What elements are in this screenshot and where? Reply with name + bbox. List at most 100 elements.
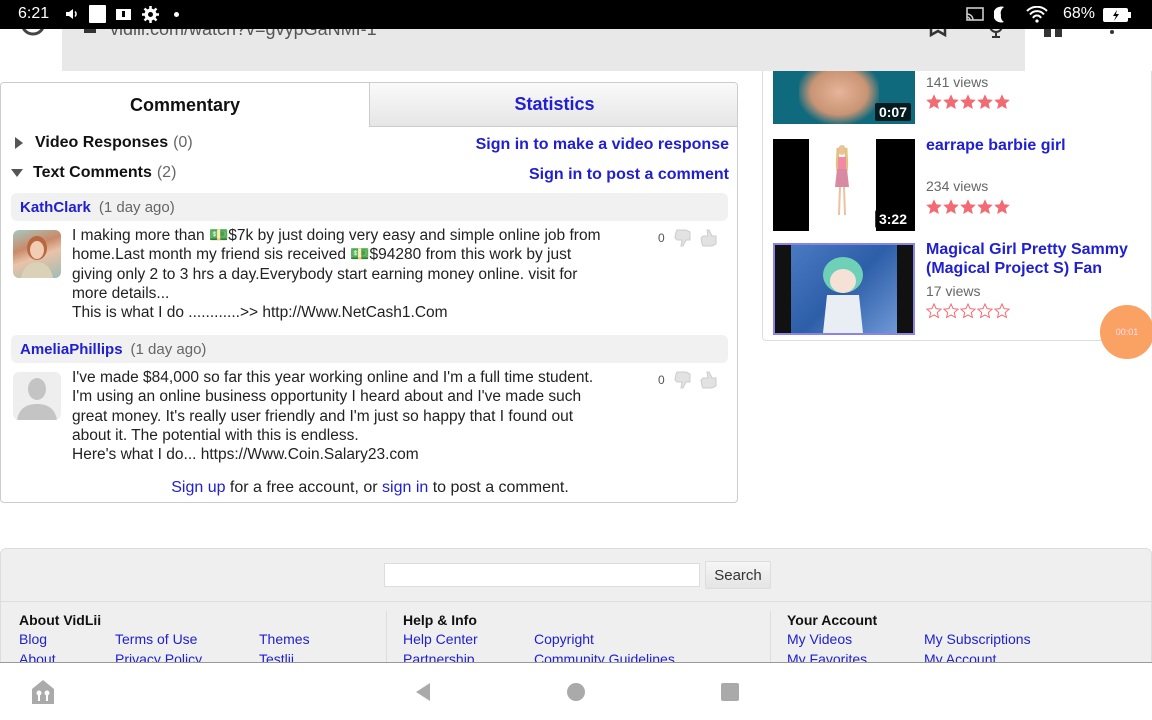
url-text[interactable]: vidlii.com/watch?v=gvypGaNMI-1 (110, 29, 377, 40)
star-filled-icon (943, 94, 959, 109)
collapse-arrow-icon (11, 169, 23, 177)
comment-author[interactable]: KathClark (20, 199, 91, 216)
expand-arrow-icon (15, 137, 23, 149)
menu-icon[interactable] (1110, 30, 1114, 34)
video-views: 141 views (926, 74, 989, 90)
recents-icon[interactable] (720, 682, 740, 702)
footer-column-title: Help & Info (403, 612, 477, 628)
home-circle-icon[interactable] (566, 682, 586, 702)
sign-in-link[interactable]: sign in (382, 479, 428, 496)
status-bar: 6:21 68% (0, 0, 1152, 29)
star-filled-icon (977, 94, 993, 109)
signup-text: for a free account, or (225, 479, 383, 496)
footer: Search About VidLii Blog About Terms of … (0, 548, 1152, 663)
tabs-icon[interactable] (1044, 29, 1051, 37)
footer-link-copyright[interactable]: Copyright (534, 631, 594, 647)
text-comments-count: (2) (156, 164, 177, 181)
sign-in-video-response-link[interactable]: Sign in to make a video response (476, 136, 729, 154)
avatar[interactable] (13, 230, 61, 278)
thumbs-up-icon[interactable] (699, 369, 721, 391)
sign-up-link[interactable]: Sign up (171, 479, 225, 496)
video-title-link[interactable]: Magical Girl Pretty Sammy (Magical Proje… (926, 240, 1146, 278)
star-filled-icon (943, 199, 959, 214)
bookmark-icon[interactable] (929, 29, 947, 37)
battery-percent: 68% (1063, 5, 1096, 22)
sign-in-post-comment-link[interactable]: Sign in to post a comment (529, 166, 729, 184)
signup-text-end: to post a comment. (428, 479, 569, 496)
tab-statistics[interactable]: Statistics (369, 83, 737, 127)
default-user-icon (17, 378, 57, 420)
comment-author[interactable]: AmeliaPhillips (20, 341, 123, 358)
thumbnail-image (799, 71, 879, 124)
footer-link-my-videos[interactable]: My Videos (787, 631, 852, 647)
vote-count: 0 (658, 231, 665, 245)
footer-search-input[interactable] (384, 563, 700, 587)
star-empty-icon (977, 303, 993, 319)
video-views: 234 views (926, 178, 989, 194)
comment-header: KathClark (1 day ago) (11, 193, 728, 221)
reader-icon (116, 9, 131, 20)
footer-search-row: Search (1, 549, 1151, 602)
thumbs-up-icon[interactable] (699, 227, 721, 249)
system-nav-bar (0, 663, 1152, 720)
footer-divider (386, 611, 387, 662)
volume-icon (66, 9, 77, 19)
tab-commentary[interactable]: Commentary (1, 83, 369, 127)
vote-area: 0 (658, 369, 721, 391)
video-duration: 3:22 (874, 210, 911, 228)
back-icon[interactable] (414, 682, 432, 702)
cast-icon (966, 7, 984, 21)
doll-figure-icon (835, 145, 849, 216)
footer-link-help-center[interactable]: Help Center (403, 631, 478, 647)
dot-icon (174, 12, 179, 17)
footer-link-terms[interactable]: Terms of Use (115, 631, 197, 647)
thumbs-down-icon[interactable] (673, 369, 695, 391)
comment-time: (1 day ago) (130, 340, 207, 358)
star-rating (926, 199, 1010, 215)
text-comments-toggle[interactable]: Text Comments (2) (11, 164, 176, 182)
video-thumbnail[interactable]: 3:22 (773, 139, 915, 231)
thumbnail-image (809, 139, 876, 231)
video-responses-count: (0) (173, 134, 193, 151)
star-filled-icon (960, 199, 976, 214)
comment-header: AmeliaPhillips (1 day ago) (11, 335, 728, 363)
browser-toolbar: vidlii.com/watch?v=gvypGaNMI-1 (0, 29, 1152, 71)
video-title-link[interactable]: earrape barbie girl (926, 136, 1146, 155)
footer-divider (770, 611, 771, 662)
thumbs-down-icon[interactable] (673, 227, 695, 249)
microphone-icon[interactable] (987, 29, 1005, 39)
floating-timer-bubble[interactable]: 00:01 (1100, 305, 1152, 359)
video-responses-toggle[interactable]: Video Responses (0) (11, 134, 193, 152)
reload-icon[interactable] (19, 29, 47, 41)
star-filled-icon (926, 94, 942, 109)
footer-link-blog[interactable]: Blog (19, 631, 47, 647)
signup-prompt: Sign up for a free account, or sign in t… (1, 479, 737, 497)
comment-body: I making more than 💵$7k by just doing ve… (72, 227, 601, 322)
footer-link-my-subscriptions[interactable]: My Subscriptions (924, 631, 1031, 647)
star-filled-icon (926, 199, 942, 214)
video-responses-label: Video Responses (35, 134, 169, 151)
avatar-portrait-icon (21, 236, 53, 278)
star-rating (926, 94, 1010, 110)
star-empty-icon (994, 303, 1010, 319)
thumbnail-image (791, 245, 897, 333)
footer-search-button[interactable]: Search (705, 561, 771, 589)
footer-column-title: About VidLii (19, 612, 102, 628)
star-empty-icon (943, 303, 959, 319)
tabs-icon-part (1055, 29, 1062, 37)
status-time: 6:21 (18, 5, 50, 22)
related-videos: 0:07 141 views 3:22 earrape barbie girl … (762, 71, 1152, 341)
lock-icon (84, 29, 96, 33)
star-filled-icon (960, 94, 976, 109)
home-icon[interactable] (30, 679, 56, 705)
star-empty-icon (926, 303, 942, 319)
wifi-icon (1026, 6, 1048, 23)
notification-square-icon (89, 5, 106, 23)
footer-link-themes[interactable]: Themes (259, 631, 310, 647)
text-comments-label: Text Comments (33, 164, 152, 181)
star-filled-icon (994, 94, 1010, 109)
footer-column-title: Your Account (787, 612, 878, 628)
video-thumbnail[interactable]: 0:07 (773, 71, 915, 124)
avatar[interactable] (13, 372, 61, 420)
video-thumbnail[interactable] (773, 243, 915, 335)
